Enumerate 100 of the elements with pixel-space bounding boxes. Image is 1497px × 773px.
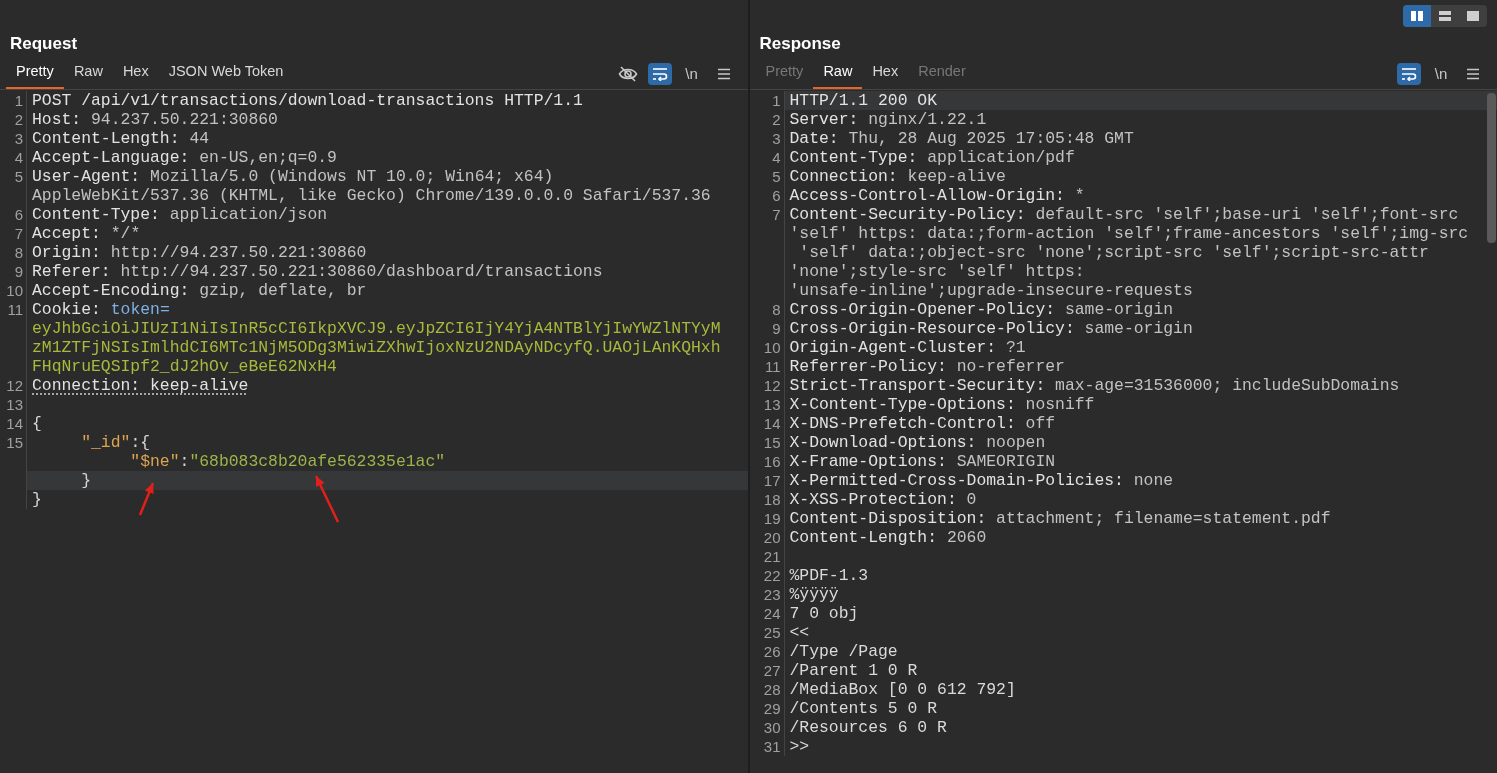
code-line: /Type /Page [789, 642, 898, 661]
code-line: X-Download-Options: noopen [789, 433, 1046, 452]
code-line: Connection: keep-alive [32, 376, 249, 395]
wrap-button[interactable] [647, 63, 672, 85]
code-line: FHqNruEQSIpf2_dJ2hOv_eBeE62NxH4 [32, 357, 337, 376]
line-number: 23 [763, 586, 781, 603]
line-number: 2 [14, 111, 23, 128]
layout-toggle[interactable] [1403, 5, 1431, 27]
eye-off-icon [617, 65, 638, 83]
tab[interactable]: JSON Web Token [158, 61, 294, 89]
line-number: 24 [763, 605, 781, 622]
tab[interactable]: Pretty [6, 61, 64, 89]
code-line: eyJhbGciOiJIUzI1NiIsInR5cCI6IkpXVCJ9.eyJpZCI6IjY4YjA4NTBlYjIwYWZlNTYyM [32, 319, 721, 338]
columns-icon [1410, 10, 1424, 22]
code-line: "_id":{ [80, 433, 151, 452]
scrollbar-thumb[interactable] [1487, 93, 1496, 243]
line-number: 12 [763, 377, 781, 394]
line-number: 12 [6, 377, 23, 394]
line-number: 2 [772, 111, 781, 128]
tab[interactable]: Raw [813, 61, 863, 89]
line-number: 17 [763, 472, 781, 489]
code-line: zM1ZTFjNSIsImlhdCI6MTc1NjM5ODg3MiwiZXhwIjoxNzU2NDAyNDcyfQ.UAOjLAnKQHxh [32, 338, 721, 357]
line-number: 1 [772, 92, 781, 109]
line-number: 16 [763, 453, 781, 470]
line-number: 19 [763, 510, 781, 527]
code-line: Cross-Origin-Opener-Policy: same-origin [789, 300, 1174, 319]
tab[interactable]: Raw [63, 61, 113, 89]
line-number: 5 [14, 168, 23, 185]
line-number: 5 [772, 168, 781, 185]
code-line: 'none';style-src 'self' https: [789, 262, 1085, 281]
code-line: %ÿÿÿÿ [789, 585, 839, 604]
code-line: AppleWebKit/537.36 (KHTML, like Gecko) Chrome/139.0.0.0 Safari/537.36 [32, 186, 711, 205]
line-number: 11 [7, 301, 23, 318]
line-number: 7 [14, 225, 23, 242]
code-line: } [80, 471, 92, 490]
menu-icon [716, 68, 731, 80]
code-line: Content-Type: application/json [32, 205, 328, 224]
line-number: 8 [14, 244, 23, 261]
code-line: Content-Length: 2060 [789, 528, 987, 547]
line-number: 13 [763, 396, 781, 413]
line-number: 26 [763, 643, 781, 660]
tab[interactable]: Hex [862, 61, 909, 89]
line-number: 9 [772, 320, 781, 337]
line-number: 3 [14, 130, 23, 147]
newline-toggle[interactable]: \n [1429, 63, 1453, 85]
code-line: Content-Length: 44 [32, 129, 210, 148]
rows-icon [1438, 10, 1452, 22]
code-line: 7 0 obj [789, 604, 859, 623]
code-line: /Parent 1 0 R [789, 661, 918, 680]
code-line: POST /api/v1/transactions/download-transactions HTTP/1.1 [32, 91, 583, 110]
code-line: Accept-Encoding: gzip, deflate, br [32, 281, 367, 300]
code-line: { [32, 414, 42, 433]
wrap-lines-icon [651, 67, 668, 81]
pane-title: Response [759, 33, 841, 56]
line-number: 9 [14, 263, 23, 280]
code-line: 'self' https: data:;form-action 'self';frame-ancestors 'self';img-src [789, 224, 1469, 243]
code-line: Date: Thu, 28 Aug 2025 17:05:48 GMT [789, 129, 1134, 148]
line-number: 8 [772, 301, 781, 318]
menu-icon [1466, 68, 1480, 80]
code-line: << [789, 623, 810, 642]
code-line: Referer: http://94.237.50.221:30860/dashboard/transactions [32, 262, 603, 281]
pane-title: Request [10, 33, 78, 56]
code-line: Content-Disposition: attachment; filename=statement.pdf [789, 509, 1331, 528]
code-line: Content-Security-Policy: default-src 'self';base-uri 'self';font-src [789, 205, 1459, 224]
line-number: 10 [6, 282, 23, 299]
code-line: Connection: keep-alive [789, 167, 1006, 186]
line-number: 21 [763, 548, 781, 565]
arrow-annotation [138, 482, 155, 516]
wrap-lines-icon [1401, 67, 1417, 81]
newline-toggle[interactable]: \n [679, 63, 704, 85]
code-line: X-Frame-Options: SAMEORIGIN [789, 452, 1056, 471]
code-line: } [32, 490, 42, 509]
single-pane-icon [1466, 10, 1480, 22]
code-line: X-Content-Type-Options: nosniff [789, 395, 1095, 414]
code-line: Host: 94.237.50.221:30860 [32, 110, 278, 129]
arrow-annotation [314, 475, 340, 523]
code-line: X-Permitted-Cross-Domain-Policies: none [789, 471, 1174, 490]
code-line: %PDF-1.3 [789, 566, 869, 585]
tab[interactable]: Hex [112, 61, 159, 89]
line-number: 11 [764, 358, 781, 375]
line-number: 15 [6, 434, 23, 451]
line-number: 15 [763, 434, 781, 451]
code-line: "$ne":"68b083c8b20afe562335e1ac" [129, 452, 446, 471]
code-line: Accept-Language: en-US,en;q=0.9 [32, 148, 337, 167]
line-number: 14 [763, 415, 781, 432]
line-number: 4 [14, 149, 23, 166]
code-line: Referrer-Policy: no-referrer [789, 357, 1065, 376]
code-line: 'unsafe-inline';upgrade-insecure-requests [789, 281, 1193, 300]
line-number: 6 [772, 187, 781, 204]
line-number: 3 [772, 130, 781, 147]
line-number: 29 [763, 700, 781, 717]
wrap-button[interactable] [1397, 63, 1421, 85]
line-number: 4 [772, 149, 781, 166]
code-line: >> [789, 737, 810, 756]
code-line: Origin: http://94.237.50.221:30860 [32, 243, 367, 262]
code-line: Access-Control-Allow-Origin: * [789, 186, 1085, 205]
code-line: Server: nginx/1.22.1 [789, 110, 987, 129]
code-line: Cookie: token= [32, 300, 170, 319]
line-number: 18 [763, 491, 781, 508]
code-line: 'self' data:;object-src 'none';script-src 'self';script-src-attr [798, 243, 1429, 262]
